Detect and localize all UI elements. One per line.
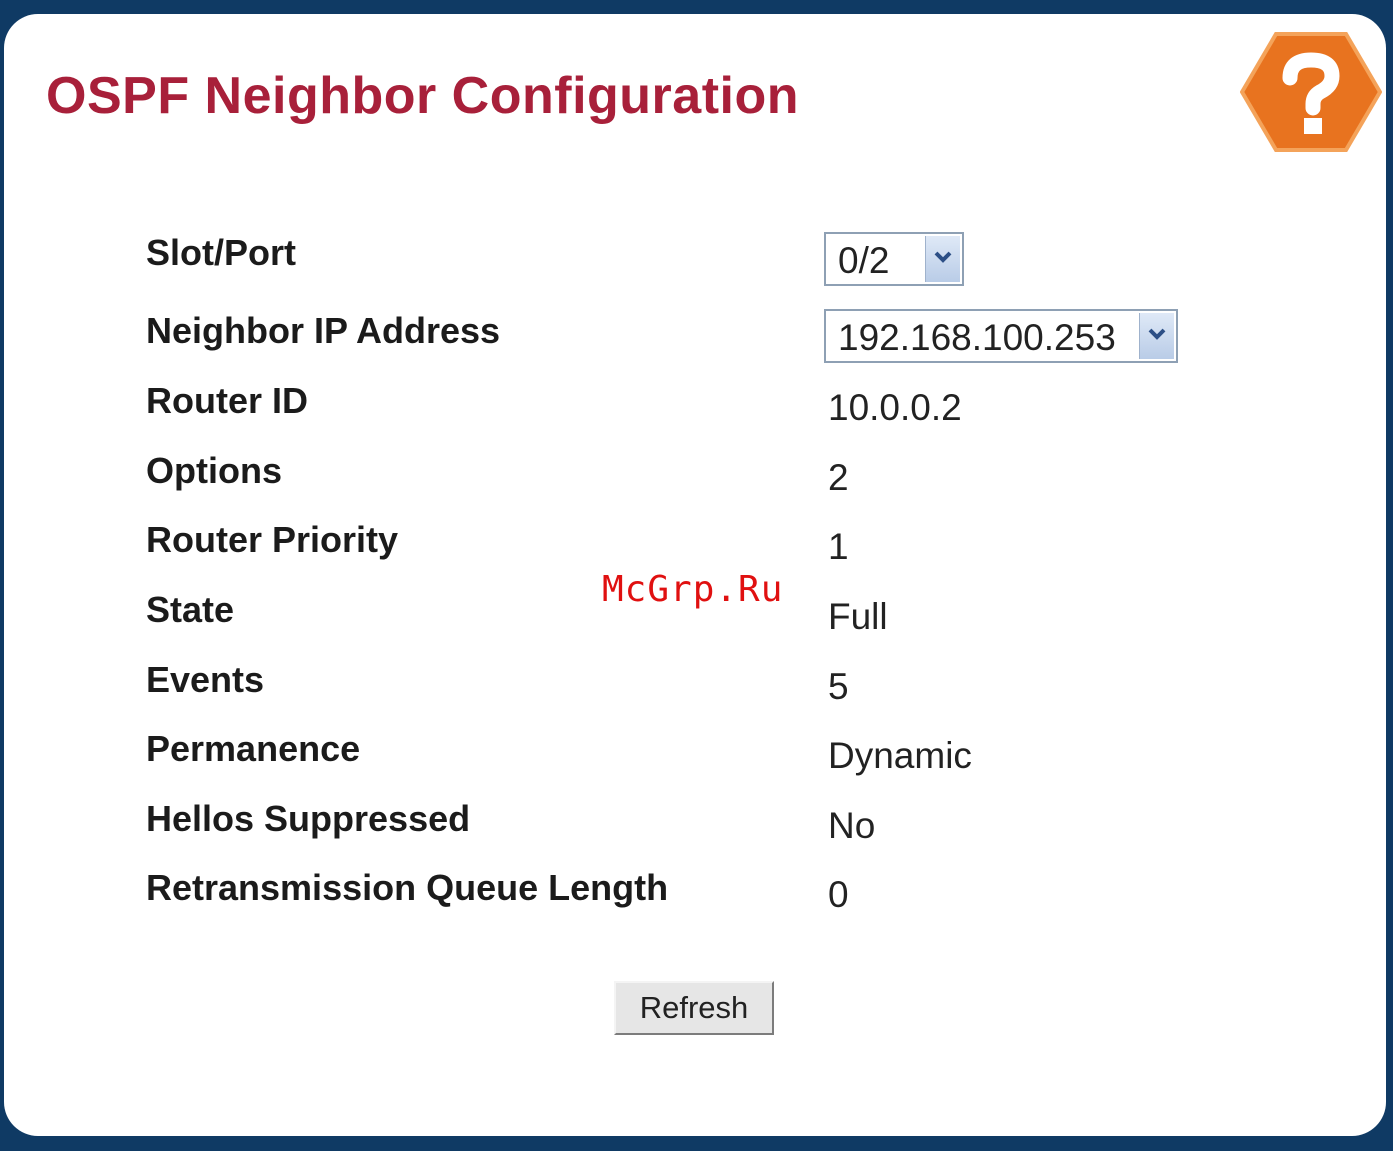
router-priority-value: 1 [828,526,849,567]
neighbor-ip-dropdown-button[interactable] [1139,313,1174,359]
permanence-value: Dynamic [828,735,972,776]
router-id-label: Router ID [146,380,308,421]
options-value: 2 [828,457,849,498]
retransmission-queue-length-label: Retransmission Queue Length [146,867,669,908]
neighbor-ip-selected-value: 192.168.100.253 [838,317,1116,358]
hellos-suppressed-label: Hellos Suppressed [146,798,471,839]
router-priority-label: Router Priority [146,519,399,560]
chevron-down-icon [1148,328,1166,340]
events-value: 5 [828,666,849,707]
permanence-label: Permanence [146,728,361,769]
retransmission-queue-length-value: 0 [828,874,849,915]
watermark: McGrp.Ru [602,569,784,610]
slot-port-selected-value: 0/2 [838,240,890,281]
content-panel: OSPF Neighbor Configuration Slot/Port 0/… [4,14,1386,1136]
options-label: Options [146,450,282,491]
state-label: State [146,589,235,630]
slot-port-label: Slot/Port [146,232,296,273]
slot-port-select[interactable]: 0/2 [824,232,964,286]
question-mark-hexagon-icon [1240,32,1382,152]
help-button[interactable] [1240,26,1382,158]
events-label: Events [146,659,265,700]
state-value: Full [828,596,888,637]
neighbor-ip-label: Neighbor IP Address [146,310,501,351]
refresh-button[interactable]: Refresh [614,981,774,1035]
page-title: OSPF Neighbor Configuration [46,67,800,125]
neighbor-ip-select[interactable]: 192.168.100.253 [824,309,1178,363]
chevron-down-icon [934,251,952,263]
router-id-value: 10.0.0.2 [828,387,962,428]
hellos-suppressed-value: No [828,805,876,846]
slot-port-dropdown-button[interactable] [925,236,960,282]
